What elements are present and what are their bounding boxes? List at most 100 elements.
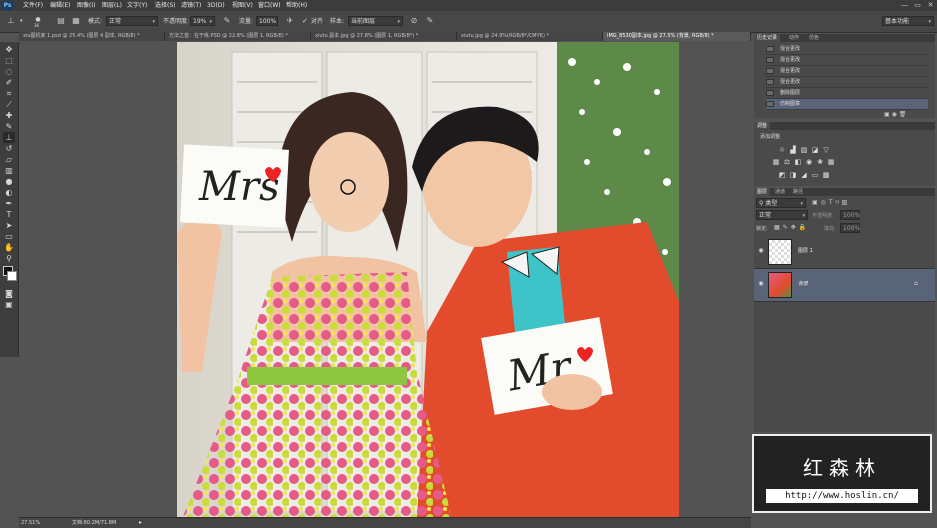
crop-tool-icon[interactable]: ⌗ bbox=[3, 88, 15, 99]
lock-icons[interactable]: ▦✎✥🔒 bbox=[774, 224, 809, 231]
history-brush-tool-icon[interactable]: ↺ bbox=[3, 143, 15, 154]
history-footer-icons[interactable]: ▣ ◉ 🗑 bbox=[884, 111, 906, 118]
eyedropper-tool-icon[interactable]: ⟋ bbox=[3, 99, 15, 110]
quick-mask-icon[interactable]: ◙ bbox=[3, 288, 15, 299]
doc-tab[interactable]: xiutu.jpg @ 24.9%(RGB/8*/CMYK) * bbox=[457, 32, 603, 41]
healing-brush-tool-icon[interactable]: ✚ bbox=[3, 110, 15, 121]
lasso-tool-icon[interactable]: ◌ bbox=[3, 66, 15, 77]
move-tool-icon[interactable]: ✥ bbox=[3, 44, 15, 55]
tab-paths[interactable]: 路径 bbox=[790, 188, 807, 196]
tab-history[interactable]: 历史记录 bbox=[754, 34, 781, 42]
opacity-input[interactable]: 19% ▾ bbox=[190, 16, 215, 26]
eye-icon[interactable]: ◉ bbox=[757, 280, 765, 288]
dodge-tool-icon[interactable]: ◐ bbox=[3, 187, 15, 198]
vibrance-icon[interactable]: ▽ bbox=[822, 146, 830, 154]
canvas-photo[interactable]: Mrs Mr bbox=[177, 42, 679, 519]
channel-mixer-icon[interactable]: ❀ bbox=[816, 158, 824, 166]
menu-select[interactable]: 选择(S) bbox=[155, 0, 176, 11]
doc-tab[interactable]: xiu图机家 1.psd @ 25.4% (图层 4 副本, RGB/8) * bbox=[19, 32, 165, 41]
threshold-icon[interactable]: ◢ bbox=[800, 171, 808, 179]
tab-adjustments[interactable]: 调整 bbox=[754, 122, 771, 130]
exposure-icon[interactable]: ◪ bbox=[811, 146, 819, 154]
tab-channels[interactable]: 通道 bbox=[772, 188, 789, 196]
brightness-icon[interactable]: ☼ bbox=[778, 146, 786, 154]
layer-row-selected[interactable]: ◉ 背景 ⌂ bbox=[754, 269, 935, 302]
menu-view[interactable]: 视图(V) bbox=[232, 0, 253, 11]
mode-dropdown[interactable]: 正常 ▾ bbox=[106, 16, 158, 26]
eye-icon[interactable]: ◉ bbox=[757, 247, 765, 255]
ignore-adjustment-layers-icon[interactable]: ⊘ bbox=[408, 16, 420, 26]
clone-stamp-tool-icon[interactable]: ⊥ bbox=[5, 16, 17, 26]
layer-filter-icons[interactable]: ▣◎T⌑▨ bbox=[812, 199, 850, 206]
menu-3d[interactable]: 3D(D) bbox=[207, 0, 225, 11]
layer-thumbnail bbox=[768, 272, 792, 298]
hand-tool-icon[interactable]: ✋ bbox=[3, 242, 15, 253]
blend-mode-dropdown[interactable]: 正常 ▾ bbox=[756, 210, 808, 220]
menu-window[interactable]: 窗口(W) bbox=[258, 0, 281, 11]
history-item[interactable]: 混合更改 bbox=[766, 66, 928, 77]
shape-tool-icon[interactable]: ▭ bbox=[3, 231, 15, 242]
quick-select-tool-icon[interactable]: ✐ bbox=[3, 77, 15, 88]
color-balance-icon[interactable]: ⚖ bbox=[783, 158, 791, 166]
menu-type[interactable]: 文字(Y) bbox=[127, 0, 147, 11]
workspace-dropdown[interactable]: 基本功能 ▾ bbox=[882, 16, 934, 26]
history-item[interactable]: 混合更改 bbox=[766, 55, 928, 66]
brush-tool-icon[interactable]: ✎ bbox=[3, 121, 15, 132]
history-state-icon bbox=[766, 79, 774, 85]
document-tab-bar: xiu图机家 1.psd @ 25.4% (图层 4 副本, RGB/8) * … bbox=[19, 32, 751, 41]
layer-opacity-input[interactable]: 100% bbox=[840, 210, 860, 220]
tab-layers[interactable]: 图层 bbox=[754, 188, 771, 196]
tool-preset-caret-icon[interactable]: ▾ bbox=[20, 16, 23, 27]
color-swatches-icon[interactable] bbox=[3, 266, 17, 284]
clone-stamp-tool-icon[interactable]: ⊥ bbox=[3, 132, 15, 143]
menu-layer[interactable]: 图层(L) bbox=[102, 0, 122, 11]
history-item-current[interactable]: 仿制图章 bbox=[766, 99, 928, 110]
path-select-tool-icon[interactable]: ➤ bbox=[3, 220, 15, 231]
doc-tab[interactable]: xiutu 副本.jpg @ 27.8% (图层 1, RGB/8*) * bbox=[311, 32, 457, 41]
toggle-brush-panel-icon[interactable]: ▤ bbox=[55, 16, 67, 26]
gradient-map-icon[interactable]: ▭ bbox=[811, 171, 819, 179]
menu-image[interactable]: 图像(I) bbox=[77, 0, 95, 11]
marquee-tool-icon[interactable]: ⬚ bbox=[3, 55, 15, 66]
tab-actions[interactable]: 动作 bbox=[786, 34, 803, 42]
layer-kind-filter[interactable]: ⚲ 类型 ▾ bbox=[756, 198, 806, 208]
menu-filter[interactable]: 滤镜(T) bbox=[181, 0, 201, 11]
pen-tool-icon[interactable]: ✒ bbox=[3, 198, 15, 209]
blur-tool-icon[interactable]: ● bbox=[3, 176, 15, 187]
aligned-checkbox-icon[interactable]: ✓ bbox=[302, 16, 308, 27]
photo-filter-icon[interactable]: ◉ bbox=[805, 158, 813, 166]
curves-icon[interactable]: ▨ bbox=[800, 146, 808, 154]
minimize-button[interactable]: — bbox=[900, 1, 909, 9]
doc-tab[interactable]: 方法之首：在于练.PSD @ 22.8% (图层 1, RGB/8) * bbox=[165, 32, 311, 41]
gradient-tool-icon[interactable]: ▥ bbox=[3, 165, 15, 176]
menu-help[interactable]: 帮助(H) bbox=[286, 0, 307, 11]
airbrush-icon[interactable]: ✈ bbox=[284, 16, 296, 26]
invert-icon[interactable]: ◩ bbox=[778, 171, 786, 179]
layer-row[interactable]: ◉ 图层 1 bbox=[754, 236, 935, 269]
flow-input[interactable]: 100% bbox=[256, 16, 278, 26]
history-item[interactable]: 混合更改 bbox=[766, 44, 928, 55]
restore-button[interactable]: ▭ bbox=[913, 1, 922, 9]
hue-saturation-icon[interactable]: ▦ bbox=[772, 158, 780, 166]
doc-tab-active[interactable]: IMG_8530副本.jpg @ 27.5% (背景, RGB/8) * bbox=[603, 32, 751, 41]
tab-dither[interactable]: 仿色 bbox=[806, 34, 823, 42]
eraser-tool-icon[interactable]: ▱ bbox=[3, 154, 15, 165]
levels-icon[interactable]: ▟ bbox=[789, 146, 797, 154]
type-tool-icon[interactable]: T bbox=[3, 209, 15, 220]
color-lookup-icon[interactable]: ▦ bbox=[827, 158, 835, 166]
menu-file[interactable]: 文件(F) bbox=[23, 0, 43, 11]
black-white-icon[interactable]: ◧ bbox=[794, 158, 802, 166]
screen-mode-icon[interactable]: ▣ bbox=[3, 299, 15, 310]
zoom-tool-icon[interactable]: ⚲ bbox=[3, 253, 15, 264]
sample-dropdown[interactable]: 当前图层 ▾ bbox=[348, 16, 403, 26]
history-item[interactable]: 混合更改 bbox=[766, 77, 928, 88]
history-item[interactable]: 删除图层 bbox=[766, 88, 928, 99]
posterize-icon[interactable]: ◨ bbox=[789, 171, 797, 179]
pressure-opacity-icon[interactable]: ✎ bbox=[221, 16, 233, 26]
close-button[interactable]: ✕ bbox=[926, 1, 935, 9]
toggle-clone-source-icon[interactable]: ▦ bbox=[70, 16, 82, 26]
selective-color-icon[interactable]: ▩ bbox=[822, 171, 830, 179]
pressure-size-icon[interactable]: ✎ bbox=[424, 16, 436, 26]
menu-edit[interactable]: 编辑(E) bbox=[50, 0, 70, 11]
fill-input[interactable]: 100% bbox=[840, 223, 860, 233]
